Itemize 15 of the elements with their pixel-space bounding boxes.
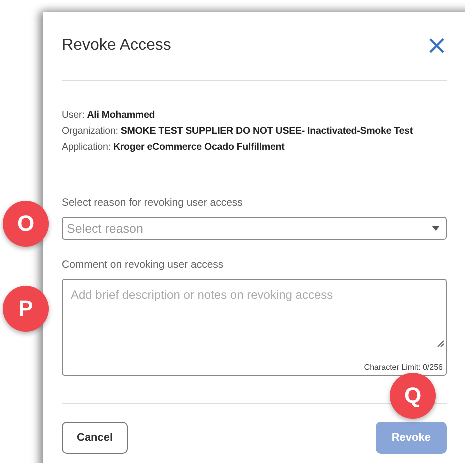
step-marker: O: [3, 201, 49, 247]
cancel-button[interactable]: Cancel: [62, 422, 128, 454]
close-button[interactable]: ×: [427, 36, 447, 56]
step-marker: P: [3, 286, 49, 332]
character-limit: Character Limit: 0/256: [364, 363, 443, 372]
reason-select[interactable]: Select reason: [62, 217, 447, 240]
caret-icon: [432, 226, 440, 231]
reason-label: Select reason for revoking user access: [62, 197, 244, 209]
detail-line: Application: Kroger eCommerce Ocado Fulfillment: [62, 141, 286, 155]
resize-grip-icon[interactable]: [437, 340, 444, 347]
detail-line: Organization: SMOKE TEST SUPPLIER DO NOT USEE- Inactivated-Smoke Test: [62, 125, 414, 139]
detail-line: User: Ali Mohammed: [62, 109, 156, 123]
comment-label: Comment on revoking user access: [62, 259, 225, 271]
comment-field[interactable]: Add brief description or notes on revoking access Character Limit: 0/256: [62, 279, 447, 376]
dialog-title: Revoke Access: [62, 37, 172, 55]
